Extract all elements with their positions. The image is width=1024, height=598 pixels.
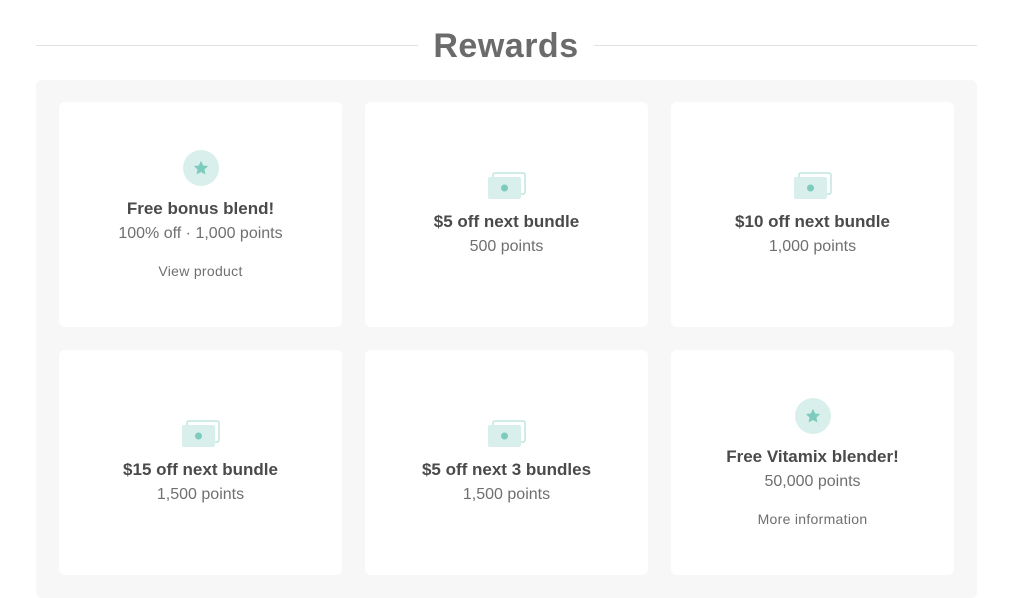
cash-icon xyxy=(487,171,526,199)
reward-card-free-vitamix-blender: Free Vitamix blender! 50,000 points More… xyxy=(671,350,954,575)
cash-icon xyxy=(181,419,220,447)
reward-title: $5 off next 3 bundles xyxy=(421,459,592,479)
star-icon xyxy=(182,149,219,186)
reward-card-5-off-3-bundles: $5 off next 3 bundles 1,500 points xyxy=(365,350,648,575)
reward-title: $15 off next bundle xyxy=(123,459,278,479)
header-divider-left xyxy=(36,45,418,46)
cash-icon xyxy=(487,419,526,447)
reward-card-10-off-bundle: $10 off next bundle 1,000 points xyxy=(671,102,954,327)
page-title: Rewards xyxy=(433,27,579,65)
star-icon xyxy=(794,397,831,434)
reward-subtitle: 50,000 points xyxy=(764,472,861,490)
reward-subtitle: 1,500 points xyxy=(156,485,245,503)
rewards-panel: Free bonus blend! 100% off · 1,000 point… xyxy=(36,80,977,598)
reward-subtitle: 100% off · 1,000 points xyxy=(118,224,283,242)
reward-subtitle: 1,500 points xyxy=(462,485,551,503)
reward-title: Free Vitamix blender! xyxy=(726,446,899,466)
header-divider-right xyxy=(594,45,977,46)
reward-card-15-off-bundle: $15 off next bundle 1,500 points xyxy=(59,350,342,575)
more-information-link[interactable]: More information xyxy=(758,510,868,528)
reward-card-5-off-bundle: $5 off next bundle 500 points xyxy=(365,102,648,327)
reward-subtitle: 500 points xyxy=(469,237,544,255)
rewards-header: Rewards xyxy=(36,22,977,70)
reward-subtitle: 1,000 points xyxy=(768,237,857,255)
reward-title: Free bonus blend! xyxy=(126,198,275,218)
view-product-link[interactable]: View product xyxy=(158,262,242,280)
cash-icon xyxy=(793,171,832,199)
reward-title: $5 off next bundle xyxy=(433,211,580,231)
reward-title: $10 off next bundle xyxy=(735,211,890,231)
reward-card-free-bonus-blend: Free bonus blend! 100% off · 1,000 point… xyxy=(59,102,342,327)
